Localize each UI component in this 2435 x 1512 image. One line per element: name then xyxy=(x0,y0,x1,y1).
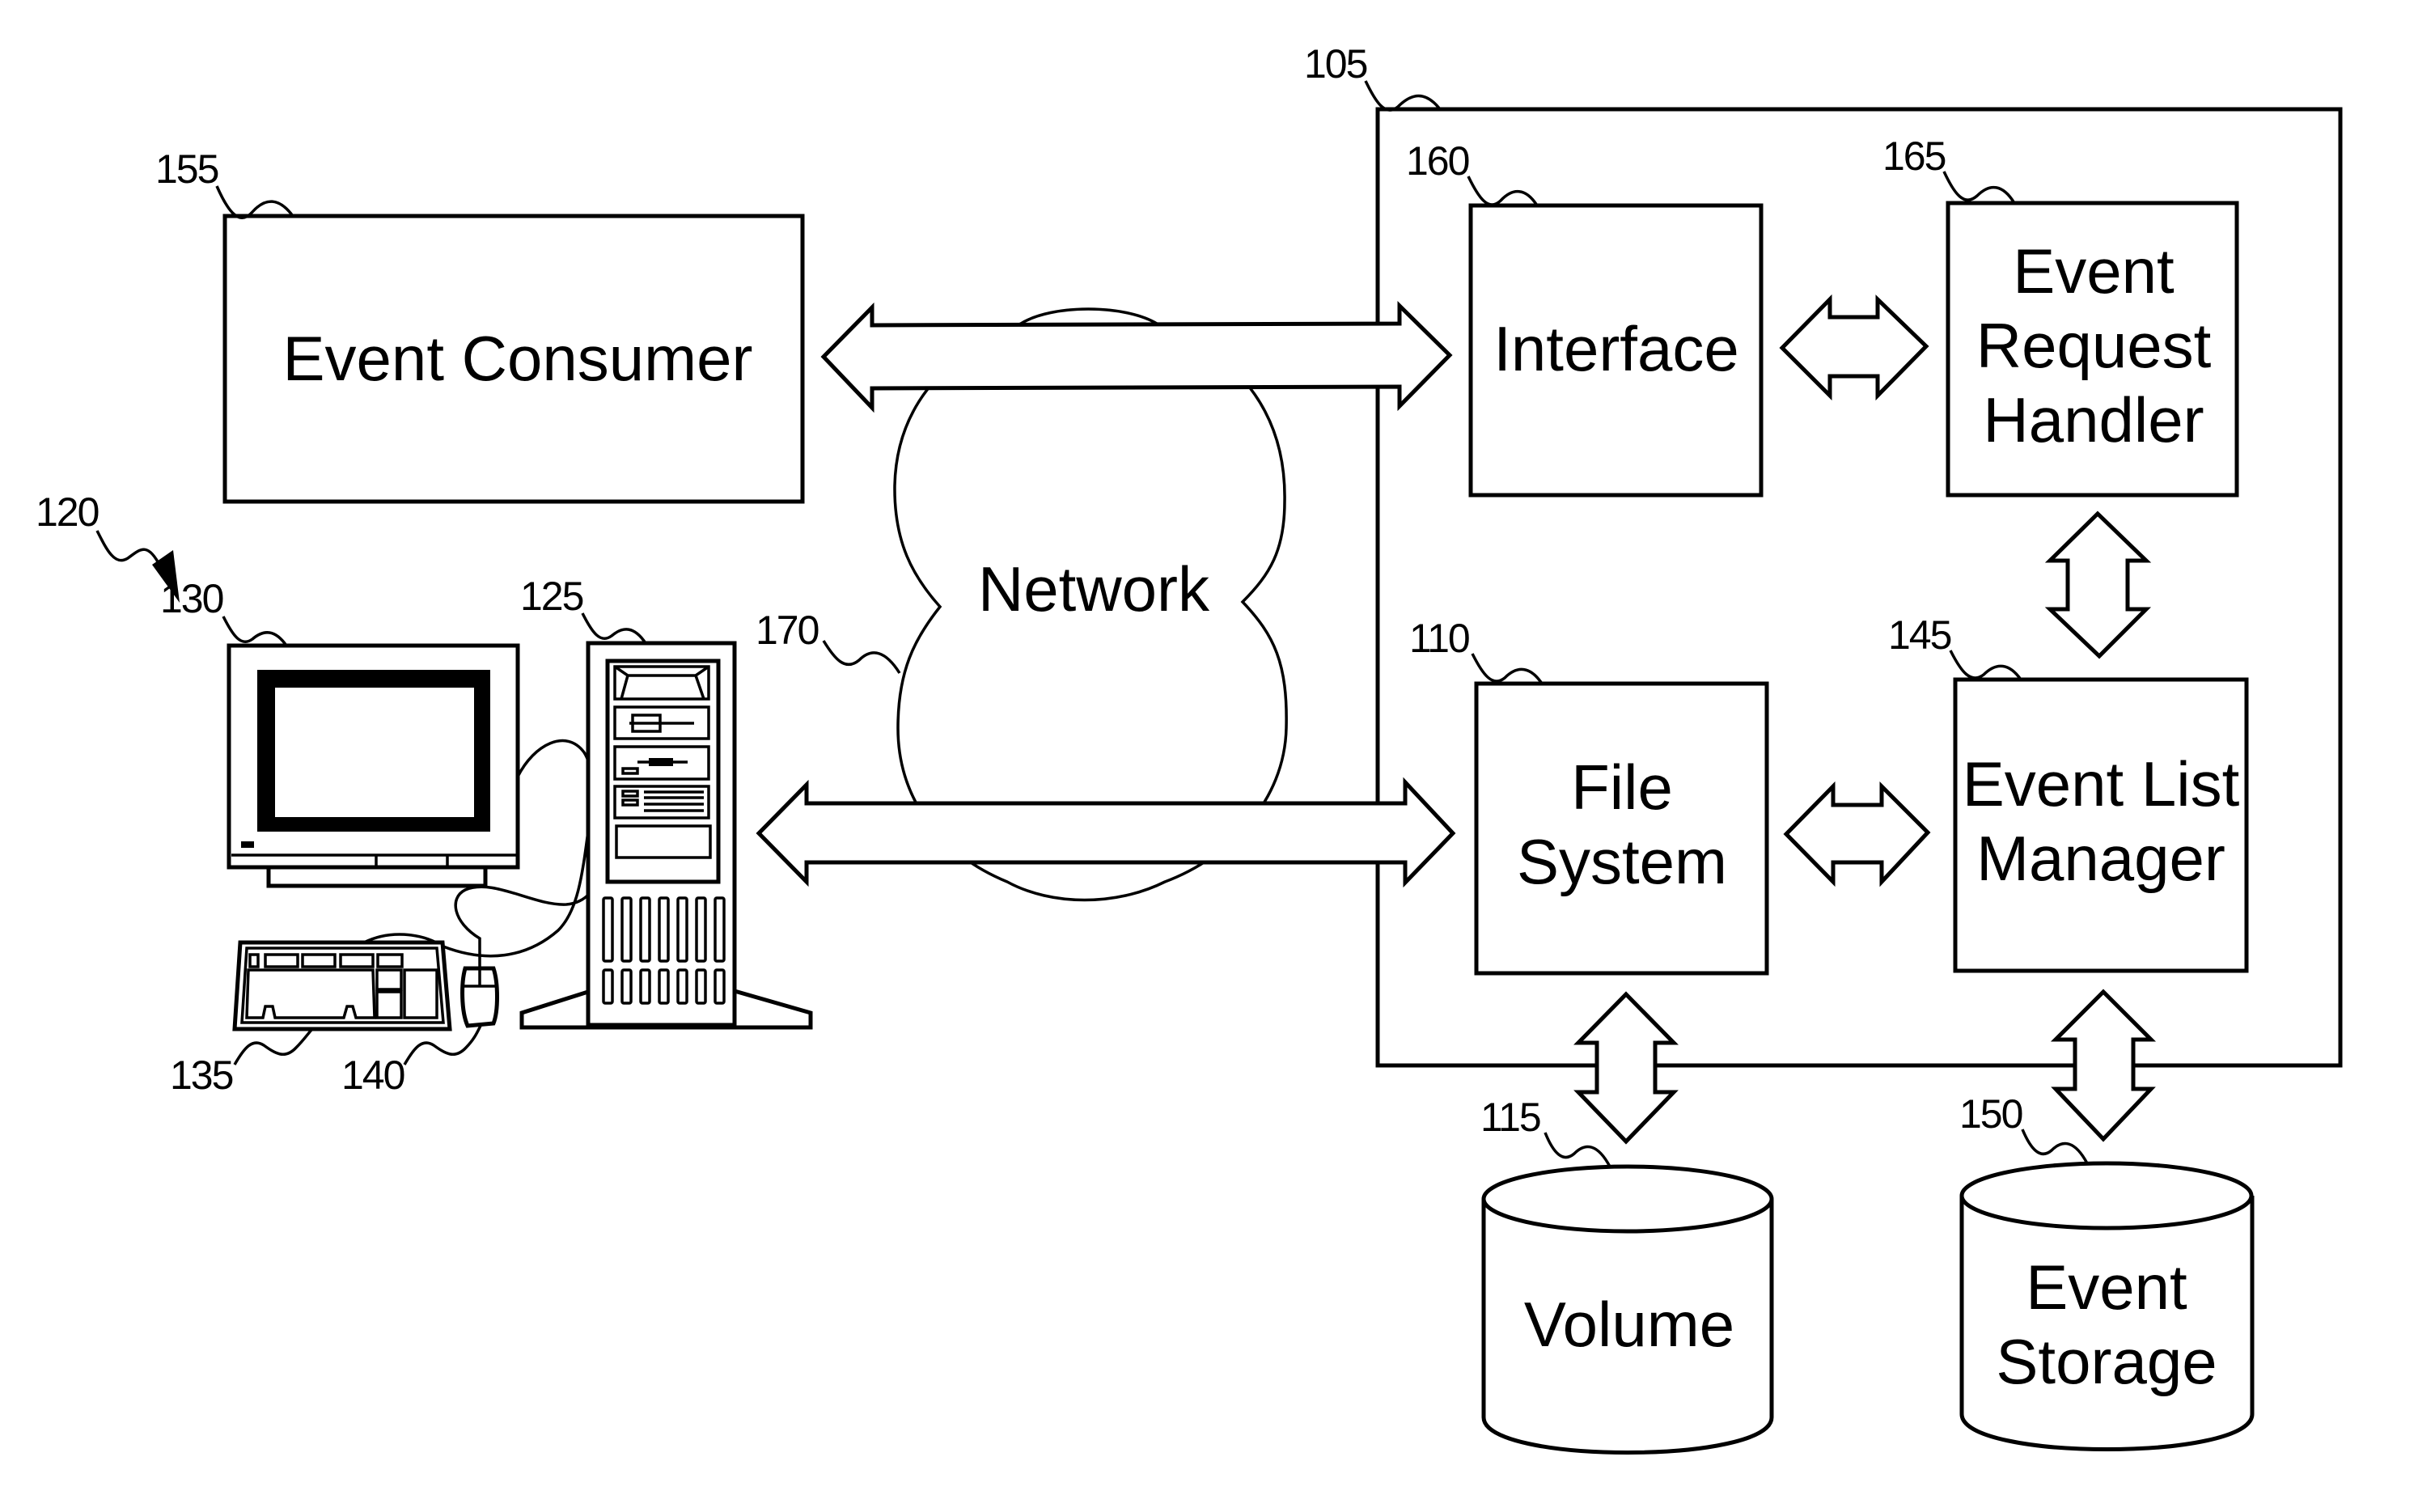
ref-label-115: 115 xyxy=(1480,1095,1540,1140)
event-request-handler-line3: Handler xyxy=(1983,384,2204,455)
leader-line-165 xyxy=(1942,171,2016,204)
system-diagram: 105 Event Consumer 155 Network 170 Inter… xyxy=(36,41,2343,1455)
file-system-group: File System 110 xyxy=(1409,616,1769,976)
monitor-cable xyxy=(516,739,593,810)
keyboard[interactable] xyxy=(232,940,452,1031)
leader-line-115 xyxy=(1544,1132,1611,1167)
file-system-line2: System xyxy=(1517,826,1727,897)
event-list-manager-group: Event List Manager 145 xyxy=(1888,612,2249,973)
leader-line-120 xyxy=(95,530,162,567)
ref-label-110: 110 xyxy=(1409,616,1469,661)
volume-cylinder-top xyxy=(1481,1164,1774,1234)
event-consumer-label: Event Consumer xyxy=(283,323,753,394)
ref-label-160: 160 xyxy=(1406,138,1469,184)
ref-label-135: 135 xyxy=(170,1052,233,1098)
event-list-manager-line2: Manager xyxy=(1976,823,2225,894)
monitor[interactable] xyxy=(227,643,520,888)
ref-label-105: 105 xyxy=(1304,41,1367,87)
monitor-screen xyxy=(275,688,474,817)
leader-line-160 xyxy=(1467,176,1539,206)
volume-label: Volume xyxy=(1524,1289,1734,1360)
ref-label-150: 150 xyxy=(1959,1091,2022,1137)
leader-line-110 xyxy=(1471,653,1544,685)
arrow-erh-elm xyxy=(2044,510,2152,659)
mouse[interactable] xyxy=(460,966,499,1028)
ref-label-130: 130 xyxy=(160,576,223,621)
interface-label: Interface xyxy=(1493,313,1739,384)
ref-label-140: 140 xyxy=(341,1052,404,1098)
monitor-power-led xyxy=(241,841,254,848)
tower-bay-3-latch xyxy=(649,758,673,766)
file-system-line1: File xyxy=(1571,752,1673,823)
arrow-interface-erh xyxy=(1779,294,1929,401)
ref-label-165: 165 xyxy=(1882,133,1946,179)
event-request-handler-line2: Request xyxy=(1976,310,2212,381)
leader-line-105 xyxy=(1364,80,1442,112)
arrow-filesystem-volume xyxy=(1573,991,1679,1145)
leader-line-140 xyxy=(403,1025,482,1065)
event-list-manager-line1: Event List xyxy=(1963,748,2240,820)
ref-label-145: 145 xyxy=(1888,612,1951,658)
leader-line-125 xyxy=(581,612,647,644)
ref-label-155: 155 xyxy=(155,146,218,192)
event-storage-line1: Event xyxy=(2026,1252,2187,1323)
leader-line-135 xyxy=(233,1027,314,1065)
leader-line-150 xyxy=(2021,1129,2089,1164)
ref-label-125: 125 xyxy=(520,574,583,619)
volume-group: Volume 115 xyxy=(1480,1095,1774,1455)
ref-label-120: 120 xyxy=(36,489,99,535)
event-storage-line2: Storage xyxy=(1996,1326,2217,1397)
leader-line-170 xyxy=(822,640,901,674)
event-consumer-group: Event Consumer 155 xyxy=(155,146,805,504)
event-storage-cylinder-top xyxy=(1959,1161,2254,1230)
event-storage-group: Event Storage 150 xyxy=(1959,1091,2255,1451)
client-computer-group: 120 130 125 135 140 xyxy=(36,489,813,1098)
interface-group: Interface 160 xyxy=(1406,138,1764,498)
arrow-filesystem-elm xyxy=(1783,781,1931,887)
network-label: Network xyxy=(978,553,1210,625)
event-request-handler-line1: Event xyxy=(2013,235,2175,307)
leader-line-130 xyxy=(222,616,288,647)
ref-label-170: 170 xyxy=(756,608,819,653)
leader-line-155 xyxy=(215,185,294,219)
leader-line-145 xyxy=(1949,650,2022,681)
event-request-handler-group: Event Request Handler 165 xyxy=(1882,133,2239,498)
